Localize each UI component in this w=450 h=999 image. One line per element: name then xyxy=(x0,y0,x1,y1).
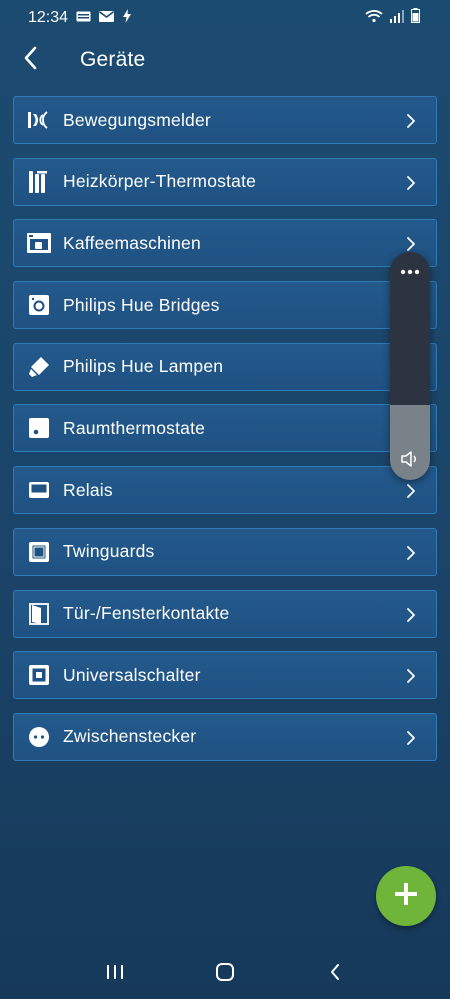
relay-icon xyxy=(26,477,52,503)
wifi-icon xyxy=(365,9,383,28)
motion-sensor-icon xyxy=(26,107,52,133)
system-nav-bar xyxy=(0,945,450,999)
device-item-bewegungsmelder[interactable]: Bewegungsmelder xyxy=(13,96,437,144)
home-icon xyxy=(216,963,234,981)
system-back-icon xyxy=(331,964,339,980)
device-item-tuer-fensterkontakte[interactable]: Tür-/Fensterkontakte xyxy=(13,589,437,638)
home-button[interactable] xyxy=(200,947,250,997)
device-item-heizkoerper-thermostate[interactable]: Heizkörper-Thermostate xyxy=(13,157,437,206)
lamp-icon xyxy=(26,354,52,380)
hue-bridge-icon xyxy=(26,292,52,318)
add-device-button[interactable] xyxy=(376,866,436,926)
status-right xyxy=(365,8,420,28)
plug-icon xyxy=(26,724,52,750)
device-item-label: Bewegungsmelder xyxy=(63,109,211,130)
device-item-zwischenstecker[interactable]: Zwischenstecker xyxy=(13,712,437,761)
status-bar: 12:34 xyxy=(0,0,450,36)
device-item-label: Kaffeemaschinen xyxy=(63,232,201,253)
app-header: Geräte xyxy=(0,36,450,84)
volume-panel[interactable] xyxy=(390,252,430,480)
chevron-right-icon xyxy=(407,175,415,190)
more-options-icon[interactable] xyxy=(390,260,430,284)
coffee-machine-icon xyxy=(26,230,52,256)
status-time: 12:34 xyxy=(28,9,69,26)
chevron-right-icon xyxy=(407,545,415,560)
device-item-raumthermostate[interactable]: Raumthermostate xyxy=(13,404,437,453)
chevron-right-icon xyxy=(407,669,415,684)
chevron-right-icon xyxy=(407,237,415,252)
door-window-contact-icon xyxy=(26,601,52,627)
chevron-right-icon xyxy=(407,114,415,128)
radiator-icon xyxy=(26,169,52,195)
device-item-label: Relais xyxy=(63,479,113,500)
device-item-philips-hue-lampen[interactable]: Philips Hue Lampen xyxy=(13,342,437,391)
device-item-label: Philips Hue Bridges xyxy=(63,294,220,315)
twinguard-icon xyxy=(26,539,52,565)
device-item-label: Heizkörper-Thermostate xyxy=(63,171,257,192)
device-item-label: Twinguards xyxy=(63,541,155,562)
device-item-label: Universalschalter xyxy=(63,664,201,685)
signal-icon xyxy=(390,9,404,28)
device-list: Bewegungsmelder Heizkörper-Thermostate K… xyxy=(13,96,437,775)
chevron-right-icon xyxy=(407,607,415,622)
charging-bolt-icon xyxy=(122,8,132,28)
chevron-right-icon xyxy=(407,484,415,499)
chevron-right-icon xyxy=(407,730,415,745)
device-item-label: Tür-/Fensterkontakte xyxy=(63,603,230,623)
back-arrow-icon xyxy=(23,46,37,75)
recent-apps-icon xyxy=(107,965,123,979)
page-title: Geräte xyxy=(80,48,146,71)
mail-icon xyxy=(99,9,115,27)
recent-apps-button[interactable] xyxy=(90,947,140,997)
news-notification-icon xyxy=(76,9,91,27)
device-item-label: Raumthermostate xyxy=(63,417,206,438)
device-item-kaffeemaschinen[interactable]: Kaffeemaschinen xyxy=(13,219,437,268)
status-left: 12:34 xyxy=(28,8,132,28)
device-item-philips-hue-bridges[interactable]: Philips Hue Bridges xyxy=(13,281,437,330)
speaker-icon[interactable] xyxy=(390,444,430,474)
room-thermostat-icon xyxy=(26,415,52,441)
device-item-twinguards[interactable]: Twinguards xyxy=(13,527,437,576)
system-back-button[interactable] xyxy=(310,947,360,997)
back-button[interactable] xyxy=(0,36,60,84)
battery-icon xyxy=(411,8,420,28)
universal-switch-icon xyxy=(26,662,52,688)
plus-icon xyxy=(395,882,417,910)
device-item-label: Philips Hue Lampen xyxy=(63,356,224,377)
device-item-relais[interactable]: Relais xyxy=(13,466,437,515)
device-item-label: Zwischenstecker xyxy=(63,726,197,747)
device-item-universalschalter[interactable]: Universalschalter xyxy=(13,651,437,700)
